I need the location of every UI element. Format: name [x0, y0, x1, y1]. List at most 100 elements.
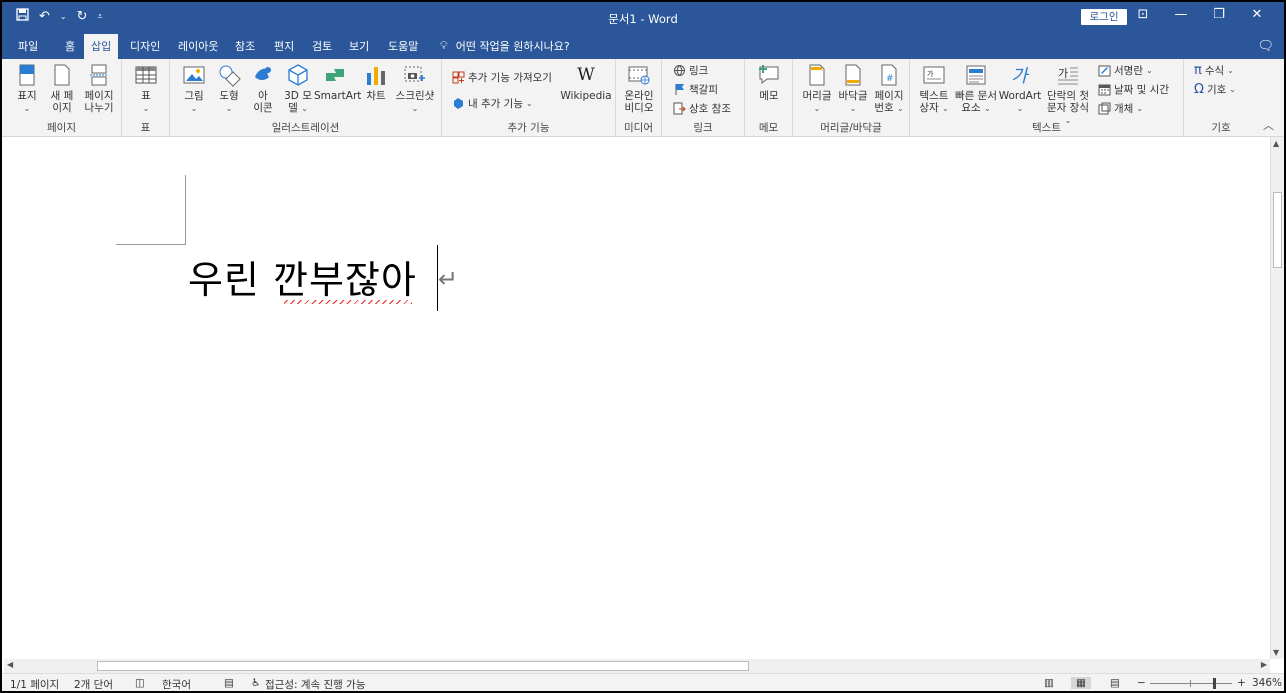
cross-reference-button[interactable]: 상호 참조 — [673, 101, 731, 116]
accessibility-status[interactable]: 접근성: 계속 진행 가능 — [265, 677, 366, 691]
omega-icon: Ω — [1194, 82, 1204, 97]
object-button[interactable]: 개체 ⌄ — [1098, 101, 1143, 116]
horizontal-scrollbar[interactable]: ◀ ▶ — [4, 659, 1270, 673]
screenshot-label: 스크린샷 — [395, 90, 435, 102]
new-comment-button[interactable]: 메모 — [753, 63, 785, 102]
equation-button[interactable]: π 수식 ⌄ — [1194, 63, 1234, 78]
group-text: 가 텍스트 상자 ⌄ 빠른 문서 요소 ⌄ 가 WordArt ⌄ 가 단락의 첫 문자… — [910, 59, 1184, 137]
online-video-button[interactable]: 온라인 비디오 — [622, 63, 656, 114]
proofing-icon[interactable]: ◫ — [135, 677, 145, 689]
language-indicator[interactable]: 한국어 — [162, 677, 191, 691]
bookmark-button[interactable]: 책갈피 — [673, 82, 718, 97]
zoom-slider-knob[interactable] — [1213, 678, 1216, 689]
my-addins-button[interactable]: 내 추가 기능 ⌄ — [452, 96, 533, 111]
document-canvas[interactable]: 우린 깐부잖아 ↵ — [2, 137, 1270, 659]
macro-record-icon[interactable]: ▤ — [224, 677, 234, 689]
word-count[interactable]: 2개 단어 — [74, 677, 113, 691]
minimize-icon[interactable]: — — [1162, 7, 1200, 22]
smartart-button[interactable]: SmartArt — [314, 63, 361, 102]
date-time-button[interactable]: 날짜 및 시간 — [1098, 82, 1169, 97]
blank-page-button[interactable]: 새 페 이지 — [46, 63, 78, 114]
icons-button[interactable]: 아 이콘 — [248, 63, 278, 114]
title-bar: ↶ ⌄ ↻ ⩡ 문서1 - Word 로그인 ⊡ — ❐ ✕ — [2, 2, 1284, 34]
quick-parts-button[interactable]: 빠른 문서 요소 ⌄ — [952, 63, 1000, 115]
scroll-left-arrow-icon[interactable]: ◀ — [7, 660, 13, 669]
page-number-button[interactable]: # 페이지 번호 ⌄ — [871, 63, 907, 115]
table-button[interactable]: 표 ⌄ — [132, 63, 160, 115]
globe-link-icon — [673, 64, 686, 77]
new-comment-label: 메모 — [759, 90, 779, 102]
collapse-ribbon-icon[interactable]: ︿ — [1263, 117, 1274, 133]
cross-reference-label: 상호 참조 — [689, 103, 731, 115]
cover-page-button[interactable]: 표지 ⌄ — [12, 63, 42, 115]
group-illustrations: 그림 ⌄ 도형 ⌄ 아 이콘 3D 모델 ⌄ SmartArt 차트 스크린샷 … — [170, 59, 442, 137]
wordart-button[interactable]: 가 WordArt ⌄ — [998, 63, 1042, 115]
group-label-header-footer: 머리글/바닥글 — [820, 122, 882, 134]
drop-cap-button[interactable]: 가 단락의 첫 문자 장식 ⌄ — [1042, 63, 1094, 127]
shapes-button[interactable]: 도형 ⌄ — [214, 63, 244, 115]
print-layout-icon[interactable]: ▦ — [1071, 677, 1091, 689]
page-break-button[interactable]: 페이지 나누기 — [80, 63, 118, 114]
zoom-in-icon[interactable]: + — [1237, 677, 1246, 689]
tab-view[interactable]: 보기 — [342, 34, 376, 59]
3d-models-button[interactable]: 3D 모델 ⌄ — [282, 63, 314, 115]
tab-insert[interactable]: 삽입 — [84, 34, 119, 59]
vertical-scroll-thumb[interactable] — [1273, 192, 1282, 268]
zoom-level[interactable]: 346% — [1252, 677, 1282, 689]
text-box-label-2: 상자 — [919, 102, 939, 114]
signature-line-button[interactable]: 서명란 ⌄ — [1098, 63, 1153, 78]
scroll-down-arrow-icon[interactable]: ▼ — [1273, 648, 1279, 657]
comments-icon[interactable]: 🗨︎ — [1257, 39, 1274, 54]
page-number-label-2: 번호 — [874, 102, 894, 114]
cube-icon — [288, 64, 308, 86]
tab-layout[interactable]: 레이아웃 — [171, 34, 225, 59]
document-body-text[interactable]: 우린 깐부잖아 — [188, 249, 417, 304]
scroll-right-arrow-icon[interactable]: ▶ — [1261, 660, 1267, 669]
picture-label: 그림 — [184, 90, 204, 102]
link-button[interactable]: 링크 — [673, 63, 708, 78]
tab-review[interactable]: 검토 — [305, 34, 339, 59]
group-label-addins: 추가 기능 — [507, 122, 550, 134]
close-icon[interactable]: ✕ — [1238, 7, 1276, 22]
horizontal-scroll-thumb[interactable] — [97, 661, 749, 671]
login-button[interactable]: 로그인 — [1081, 9, 1127, 25]
tab-file[interactable]: 파일 — [11, 34, 45, 59]
zoom-slider-track[interactable] — [1150, 683, 1232, 684]
chart-button[interactable]: 차트 — [360, 63, 392, 102]
text-box-label-1: 텍스트 — [919, 90, 949, 102]
web-layout-icon[interactable]: ▤ — [1110, 677, 1120, 689]
header-button[interactable]: 머리글 ⌄ — [799, 63, 835, 115]
vertical-scrollbar[interactable]: ▲ ▼ — [1270, 137, 1284, 659]
accessibility-icon[interactable]: ♿︎ — [251, 677, 260, 689]
wikipedia-button[interactable]: W Wikipedia — [558, 63, 614, 102]
tab-home[interactable]: 홈 — [58, 34, 82, 59]
text-box-button[interactable]: 가 텍스트 상자 ⌄ — [916, 63, 952, 115]
page-count[interactable]: 1/1 페이지 — [10, 677, 59, 691]
calendar-icon — [1098, 83, 1111, 96]
group-label-links: 링크 — [693, 122, 713, 134]
status-bar: 1/1 페이지 2개 단어 ◫ 한국어 ▤ ♿︎ 접근성: 계속 진행 가능 ▥… — [2, 673, 1284, 691]
symbol-label: 기호 — [1206, 84, 1227, 96]
symbol-button[interactable]: Ω 기호 ⌄ — [1194, 82, 1236, 97]
tab-references[interactable]: 참조 — [228, 34, 262, 59]
group-label-symbols: 기호 — [1211, 122, 1231, 134]
tell-me-box[interactable]: 💡︎ 어떤 작업을 원하시나요? — [440, 38, 570, 54]
read-mode-icon[interactable]: ▥ — [1044, 677, 1054, 689]
footer-label: 바닥글 — [838, 90, 868, 102]
cover-page-icon — [19, 64, 35, 86]
scroll-up-arrow-icon[interactable]: ▲ — [1273, 139, 1279, 148]
picture-button[interactable]: 그림 ⌄ — [178, 63, 210, 115]
page-number-label-1: 페이지 — [874, 90, 904, 102]
tab-design[interactable]: 디자인 — [123, 34, 167, 59]
get-addins-button[interactable]: 추가 기능 가져오기 — [452, 70, 552, 85]
restore-icon[interactable]: ❐ — [1200, 7, 1238, 22]
margin-crop-mark-horizontal — [116, 244, 186, 245]
footer-button[interactable]: 바닥글 ⌄ — [835, 63, 871, 115]
tab-help[interactable]: 도움말 — [381, 34, 425, 59]
zoom-out-icon[interactable]: − — [1137, 677, 1146, 689]
group-comments: 메모 메모 — [745, 59, 793, 137]
shapes-label: 도형 — [219, 90, 239, 102]
tab-mailings[interactable]: 편지 — [267, 34, 301, 59]
ribbon-display-options-icon[interactable]: ⊡ — [1124, 7, 1162, 22]
screenshot-button[interactable]: 스크린샷 ⌄ — [392, 63, 438, 115]
